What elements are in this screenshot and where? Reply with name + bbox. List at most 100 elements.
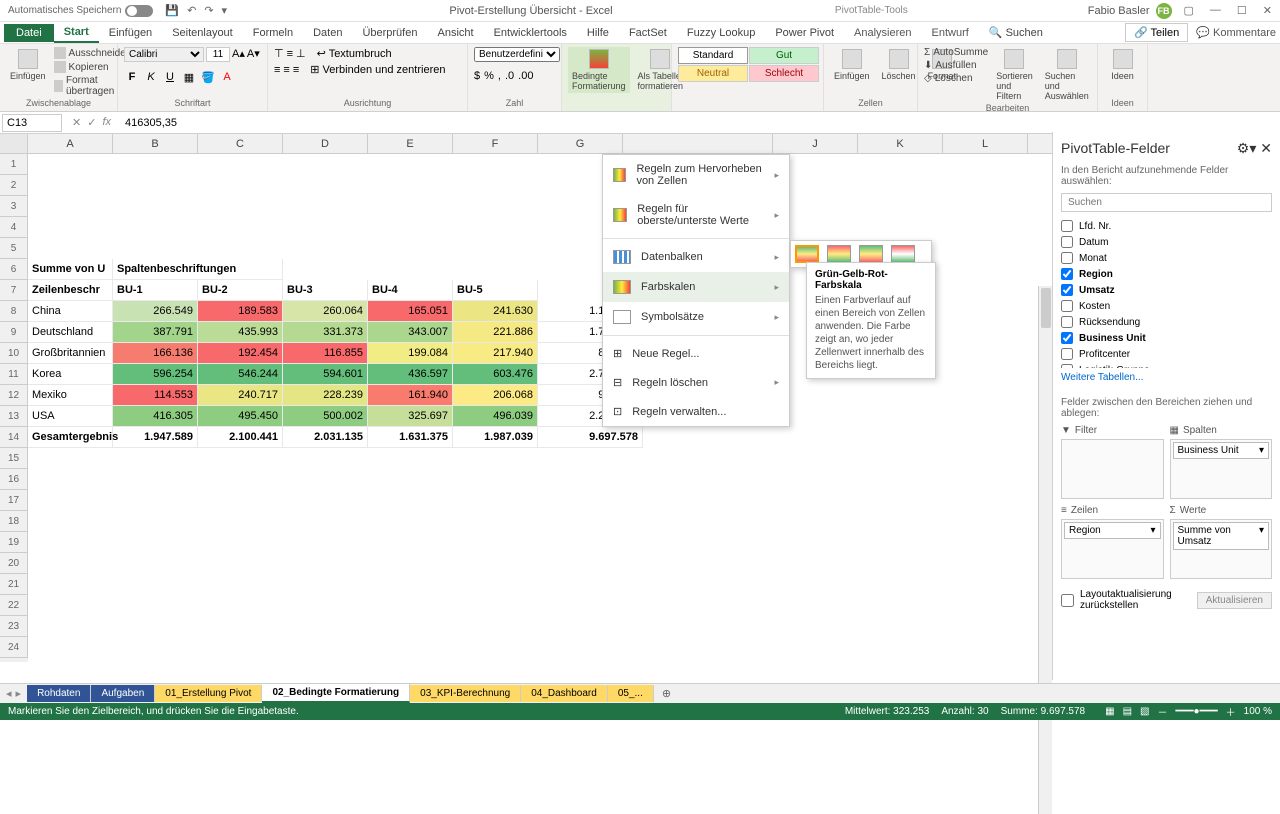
- currency-icon[interactable]: $: [474, 70, 480, 82]
- cf-manage-rules[interactable]: ⊡Regeln verwalten...: [603, 397, 789, 426]
- cell[interactable]: 114.553: [113, 385, 198, 406]
- cell[interactable]: 343.007: [368, 322, 453, 343]
- wrap-text-button[interactable]: ↩ Textumbruch: [317, 47, 392, 60]
- pivot-close-icon[interactable]: ✕: [1260, 140, 1272, 156]
- ideas-button[interactable]: Ideen: [1104, 47, 1141, 83]
- field-item[interactable]: Kosten: [1061, 298, 1272, 314]
- underline-button[interactable]: U: [162, 69, 178, 85]
- cell[interactable]: 192.454: [198, 343, 283, 364]
- more-tables-link[interactable]: Weitere Tabellen...: [1061, 372, 1272, 383]
- zoom-in-icon[interactable]: ＋: [1226, 704, 1236, 719]
- row-header-4[interactable]: 4: [0, 217, 28, 238]
- cell[interactable]: 331.373: [283, 322, 368, 343]
- cell[interactable]: 199.084: [368, 343, 453, 364]
- row-header-21[interactable]: 21: [0, 574, 28, 595]
- cell[interactable]: 496.039: [453, 406, 538, 427]
- cell[interactable]: BU-3: [283, 280, 368, 301]
- row-header-3[interactable]: 3: [0, 196, 28, 217]
- conditional-formatting-button[interactable]: Bedingte Formatierung: [568, 47, 630, 93]
- colorscale-3[interactable]: [859, 245, 883, 263]
- number-format-select[interactable]: Benutzerdefiniert: [474, 47, 560, 62]
- accept-formula-icon[interactable]: ✓: [87, 116, 96, 129]
- field-item[interactable]: Datum: [1061, 234, 1272, 250]
- tab-view[interactable]: Ansicht: [427, 24, 483, 42]
- tab-help[interactable]: Hilfe: [577, 24, 619, 42]
- align-left-icon[interactable]: ≡: [274, 64, 280, 76]
- cell[interactable]: 2.031.135: [283, 427, 368, 448]
- tab-insert[interactable]: Einfügen: [99, 24, 162, 42]
- cell[interactable]: 436.597: [368, 364, 453, 385]
- field-item[interactable]: Logistik-Gruppe: [1061, 362, 1272, 368]
- cell[interactable]: China: [28, 301, 113, 322]
- tab-analyze[interactable]: Analysieren: [844, 24, 921, 42]
- pivot-search-input[interactable]: [1061, 193, 1272, 212]
- zoom-out-icon[interactable]: －: [1157, 704, 1167, 719]
- row-header-8[interactable]: 8: [0, 301, 28, 322]
- increase-decimal-icon[interactable]: .0: [505, 70, 514, 82]
- tab-data[interactable]: Daten: [303, 24, 352, 42]
- cell[interactable]: 206.068: [453, 385, 538, 406]
- cell[interactable]: Summe von U: [28, 259, 113, 280]
- cell[interactable]: Deutschland: [28, 322, 113, 343]
- cell[interactable]: 495.450: [198, 406, 283, 427]
- col-header-D[interactable]: D: [283, 134, 368, 153]
- avatar[interactable]: FB: [1156, 3, 1172, 19]
- col-header-G[interactable]: G: [538, 134, 623, 153]
- sheet-tab-05[interactable]: 05_...: [608, 685, 654, 702]
- cancel-formula-icon[interactable]: ✕: [72, 116, 81, 129]
- decrease-decimal-icon[interactable]: .00: [518, 70, 533, 82]
- autosum-button[interactable]: Σ AutoSumme: [924, 47, 988, 58]
- italic-button[interactable]: K: [143, 69, 159, 85]
- row-chip-region[interactable]: Region▾: [1064, 522, 1161, 539]
- tab-review[interactable]: Überprüfen: [352, 24, 427, 42]
- row-header-22[interactable]: 22: [0, 595, 28, 616]
- cf-clear-rules[interactable]: ⊟Regeln löschen▸: [603, 368, 789, 397]
- delete-cells-button[interactable]: Löschen: [878, 47, 920, 83]
- cf-new-rule[interactable]: ⊞Neue Regel...: [603, 339, 789, 368]
- cell[interactable]: 266.549: [113, 301, 198, 322]
- cell[interactable]: BU-4: [368, 280, 453, 301]
- view-break-icon[interactable]: ▧: [1140, 706, 1149, 717]
- view-layout-icon[interactable]: ▤: [1123, 706, 1132, 717]
- search-tab[interactable]: 🔍 Suchen: [979, 23, 1053, 42]
- sheet-nav-first-icon[interactable]: ◂: [6, 687, 12, 700]
- cf-icon-sets[interactable]: Symbolsätze▸: [603, 302, 789, 332]
- cell[interactable]: Mexiko: [28, 385, 113, 406]
- cell[interactable]: 260.064: [283, 301, 368, 322]
- col-header-K[interactable]: K: [858, 134, 943, 153]
- find-select-button[interactable]: Suchen und Auswählen: [1041, 47, 1093, 103]
- grow-font-icon[interactable]: A▴: [232, 47, 245, 62]
- row-header-23[interactable]: 23: [0, 616, 28, 637]
- cell[interactable]: 1.987.039: [453, 427, 538, 448]
- cell[interactable]: 416.305: [113, 406, 198, 427]
- cf-top-bottom-rules[interactable]: Regeln für oberste/unterste Werte▸: [603, 195, 789, 235]
- sheet-tab-aufgaben[interactable]: Aufgaben: [91, 685, 155, 702]
- cell[interactable]: 2.100.441: [198, 427, 283, 448]
- cell[interactable]: BU-2: [198, 280, 283, 301]
- cell[interactable]: BU-1: [113, 280, 198, 301]
- col-header-L[interactable]: L: [943, 134, 1028, 153]
- comma-icon[interactable]: ,: [498, 70, 501, 82]
- tab-start[interactable]: Start: [54, 23, 99, 43]
- row-header-19[interactable]: 19: [0, 532, 28, 553]
- merge-button[interactable]: ⊞ Verbinden und zentrieren: [310, 63, 445, 76]
- style-standard[interactable]: Standard: [678, 47, 748, 64]
- row-header-2[interactable]: 2: [0, 175, 28, 196]
- field-item[interactable]: Business Unit: [1061, 330, 1272, 346]
- fill-color-button[interactable]: 🪣: [200, 69, 216, 85]
- field-item[interactable]: Monat: [1061, 250, 1272, 266]
- defer-layout-checkbox[interactable]: [1061, 594, 1074, 607]
- cell[interactable]: 221.886: [453, 322, 538, 343]
- tab-powerpivot[interactable]: Power Pivot: [765, 24, 844, 42]
- colorscale-4[interactable]: [891, 245, 915, 263]
- row-header-17[interactable]: 17: [0, 490, 28, 511]
- align-right-icon[interactable]: ≡: [293, 64, 299, 76]
- cell[interactable]: Großbritannien: [28, 343, 113, 364]
- colorscale-gyr[interactable]: [795, 245, 819, 263]
- row-header-12[interactable]: 12: [0, 385, 28, 406]
- row-header-18[interactable]: 18: [0, 511, 28, 532]
- share-button[interactable]: 🔗 Teilen: [1125, 23, 1188, 42]
- comments-button[interactable]: 💬 Kommentare: [1196, 26, 1276, 39]
- row-header-20[interactable]: 20: [0, 553, 28, 574]
- cell[interactable]: 161.940: [368, 385, 453, 406]
